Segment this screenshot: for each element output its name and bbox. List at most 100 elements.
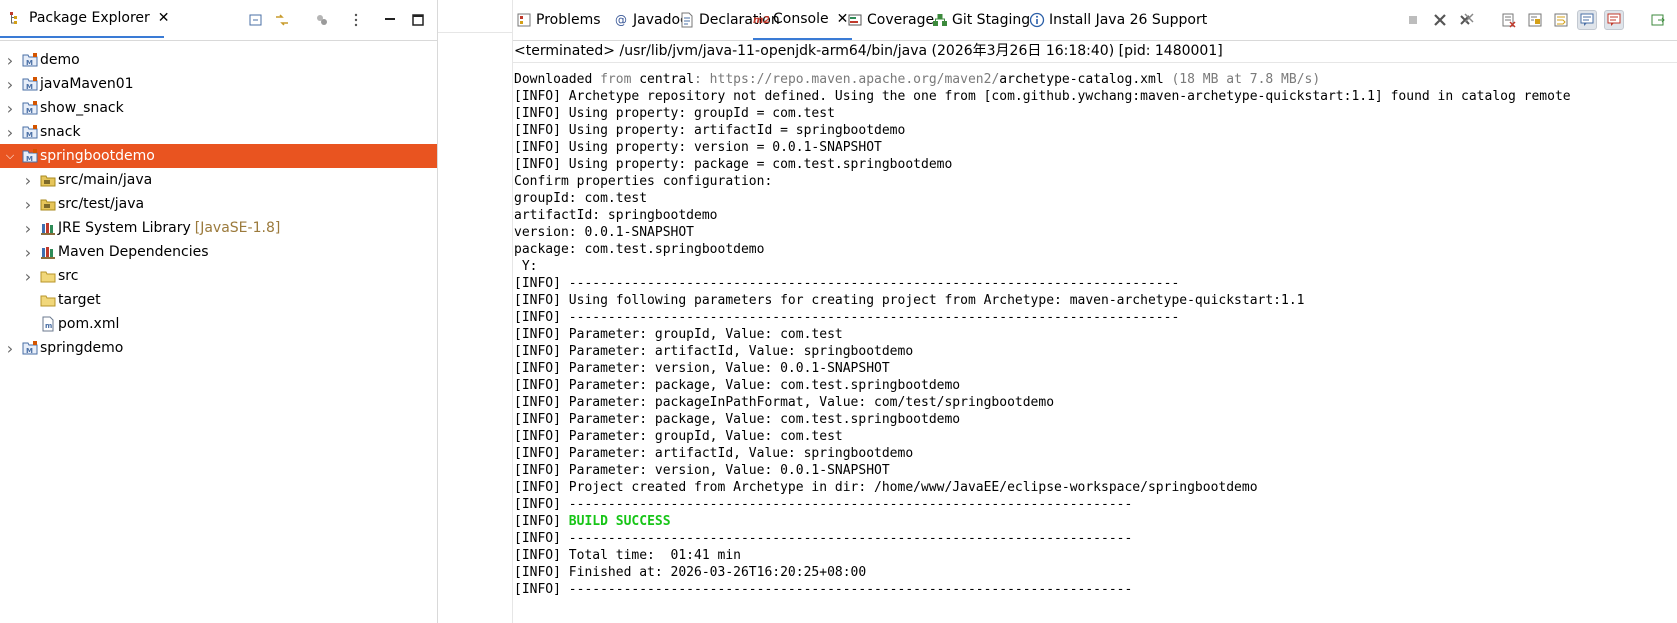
maven-project-icon: M [22, 76, 38, 92]
tree-item[interactable]: › MjavaMaven01 [0, 72, 437, 96]
tree-item-label: target [58, 292, 101, 308]
tree-item[interactable]: › src [0, 264, 437, 288]
console-line: [INFO] Using property: artifactId = spri… [513, 122, 1677, 139]
tree-item[interactable]: › src/test/java [0, 192, 437, 216]
console-text: [INFO] Parameter: package, Value: com.te… [514, 378, 961, 393]
tree-item[interactable]: › Maven Dependencies [0, 240, 437, 264]
tree-item[interactable]: › Mdemo [0, 48, 437, 72]
tree-item-label: snack [40, 124, 81, 140]
console-text: [INFO] Parameter: packageInPathFormat, V… [514, 395, 1055, 410]
tab-install-java-26-support[interactable]: Install Java 26 Support [1029, 0, 1207, 40]
console-line: version: 0.0.1-SNAPSHOT [513, 224, 1677, 241]
folder-icon [40, 268, 56, 284]
minimize-icon[interactable] [380, 10, 400, 30]
console-text: [INFO] [514, 514, 569, 529]
tree-item[interactable]: › Mshow_snack [0, 96, 437, 120]
console-line: Confirm properties configuration: [513, 173, 1677, 190]
editor-area-edge [438, 0, 513, 623]
tree-item[interactable]: ⌵ Mspringbootdemo [0, 144, 437, 168]
console-line: [INFO] Parameter: artifactId, Value: spr… [513, 445, 1677, 462]
console-line: [INFO] BUILD SUCCESS [513, 513, 1677, 530]
filters-icon[interactable] [312, 10, 332, 30]
svg-text:M: M [26, 59, 33, 67]
tree-item-label: demo [40, 52, 80, 68]
chevron-right-icon[interactable]: › [22, 195, 34, 214]
close-icon[interactable]: ✕ [158, 11, 170, 25]
svg-text:M: M [26, 347, 33, 355]
tab-label: Coverage [867, 12, 935, 28]
source-folder-icon [40, 196, 56, 212]
link-with-editor-icon[interactable] [272, 10, 292, 30]
console-line: [INFO] Finished at: 2026-03-26T16:20:25+… [513, 564, 1677, 581]
tab-problems[interactable]: Problems [516, 0, 601, 40]
remove-launch-icon[interactable] [1430, 10, 1450, 30]
tree-item[interactable]: target [0, 288, 437, 312]
console-text: [INFO] ---------------------------------… [514, 531, 1133, 546]
maven-project-icon: M [22, 340, 38, 356]
tab-console[interactable]: m2 Console ✕ [753, 0, 853, 40]
console-line: [INFO] Using property: package = com.tes… [513, 156, 1677, 173]
terminate-icon[interactable] [1403, 10, 1423, 30]
package-explorer-tab-label: Package Explorer [29, 10, 150, 26]
console-text: [INFO] Parameter: artifactId, Value: spr… [514, 446, 914, 461]
svg-text:M: M [26, 107, 33, 115]
package-explorer-icon [8, 10, 24, 26]
tree-item[interactable]: › src/main/java [0, 168, 437, 192]
remove-all-icon[interactable] [1457, 10, 1477, 30]
maven-project-icon: M [22, 148, 38, 164]
console-text: [INFO] Project created from Archetype in… [514, 480, 1258, 495]
console-line: [INFO] Parameter: artifactId, Value: spr… [513, 343, 1677, 360]
chevron-right-icon[interactable]: › [4, 123, 16, 142]
maven-project-icon: M [22, 124, 38, 140]
chevron-right-icon[interactable]: › [22, 267, 34, 286]
view-menu-icon[interactable] [346, 10, 366, 30]
tab-coverage[interactable]: Coverage [847, 0, 934, 40]
tab-javadoc[interactable]: @ Javadoc [613, 0, 688, 40]
chevron-right-icon[interactable]: › [4, 339, 16, 358]
maven-project-icon: M [22, 100, 38, 116]
tree-item[interactable]: › JRE System Library [JavaSE-1.8] [0, 216, 437, 240]
maximize-icon[interactable] [408, 10, 428, 30]
console-line: [INFO] Parameter: package, Value: com.te… [513, 411, 1677, 428]
console-line: Downloaded from central: https://repo.ma… [513, 71, 1677, 88]
console-line: [INFO] Parameter: version, Value: 0.0.1-… [513, 360, 1677, 377]
chevron-right-icon[interactable]: › [22, 243, 34, 262]
word-wrap-icon[interactable] [1551, 10, 1571, 30]
svg-text:m2: m2 [753, 15, 769, 26]
tab-label: Install Java 26 Support [1049, 12, 1208, 28]
console-line: artifactId: springbootdemo [513, 207, 1677, 224]
scroll-lock-icon[interactable] [1525, 10, 1545, 30]
console-line: [INFO] Parameter: version, Value: 0.0.1-… [513, 462, 1677, 479]
chevron-right-icon[interactable]: › [4, 99, 16, 118]
tab-package-explorer[interactable]: Package Explorer ✕ [0, 0, 170, 38]
build-success-text: BUILD SUCCESS [568, 514, 671, 529]
console-output[interactable]: Downloaded from central: https://repo.ma… [513, 62, 1677, 623]
console-text: [INFO] Total time: 01:41 min [514, 548, 741, 563]
console-text: version: 0.0.1-SNAPSHOT [514, 225, 695, 240]
tree-item[interactable]: › Msnack [0, 120, 437, 144]
open-console-icon[interactable] [1648, 10, 1668, 30]
tree-item[interactable]: › Mspringdemo [0, 336, 437, 360]
collapse-all-icon[interactable] [246, 10, 266, 30]
console-text: [INFO] Using property: package = com.tes… [514, 157, 953, 172]
chevron-right-icon[interactable]: › [4, 75, 16, 94]
console-text: [INFO] Using property: artifactId = spri… [514, 123, 906, 138]
package-explorer-view: Package Explorer ✕ › Mdemo › MjavaMaven01 › M… [0, 0, 438, 623]
chevron-right-icon[interactable]: › [22, 219, 34, 238]
views-tabbar: Problems @ Javadoc Declaration m2 Console ✕ Cov… [513, 0, 1677, 41]
console-line: [INFO] Project created from Archetype in… [513, 479, 1677, 496]
tree-item[interactable]: m pom.xml [0, 312, 437, 336]
console-line: [INFO] Total time: 01:41 min [513, 547, 1677, 564]
console-text: Confirm properties configuration: [514, 174, 773, 189]
clear-console-icon[interactable] [1499, 10, 1519, 30]
chevron-down-icon[interactable]: ⌵ [4, 149, 16, 163]
chevron-right-icon[interactable]: › [22, 171, 34, 190]
show-on-stderr-icon[interactable] [1604, 10, 1624, 30]
console-line: [INFO] ---------------------------------… [513, 496, 1677, 513]
chevron-right-icon[interactable]: › [4, 51, 16, 70]
tab-git-staging[interactable]: Git Staging [932, 0, 1030, 40]
source-folder-icon [40, 172, 56, 188]
console-text: [INFO] Parameter: artifactId, Value: spr… [514, 344, 914, 359]
info-icon [1029, 12, 1045, 28]
show-on-stdout-icon[interactable] [1577, 10, 1597, 30]
